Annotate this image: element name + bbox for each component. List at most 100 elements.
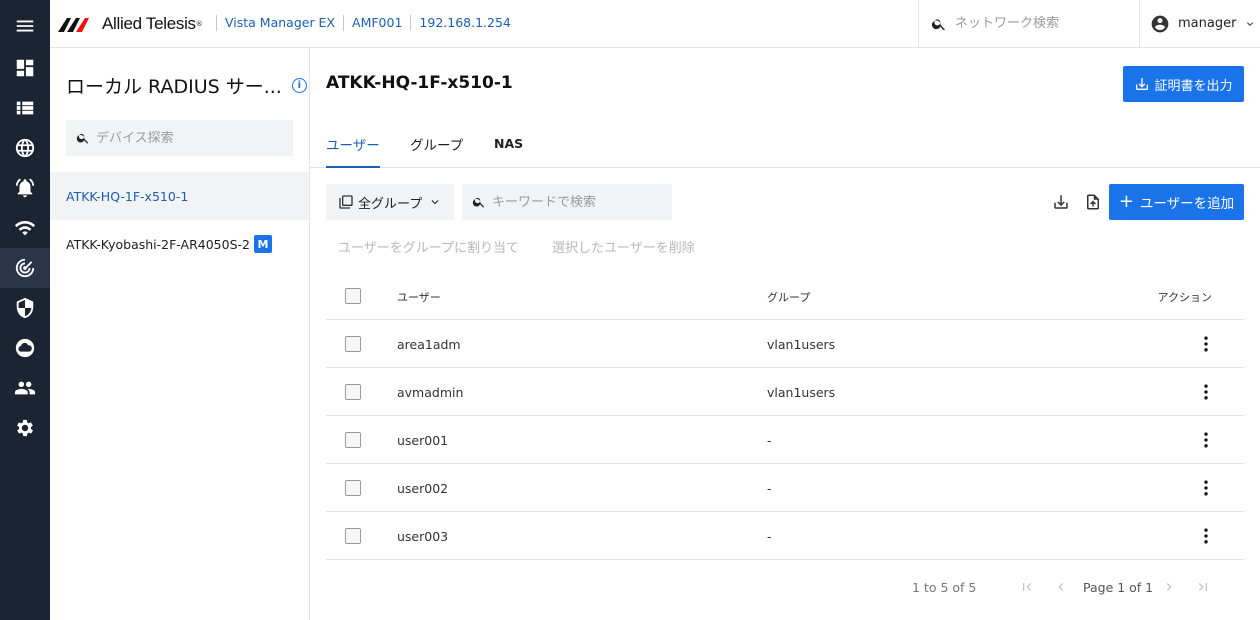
table-row: user001 - [326, 416, 1244, 464]
assign-group-link[interactable]: ユーザーをグループに割り当て [338, 237, 519, 256]
row-checkbox[interactable] [345, 432, 361, 448]
network-search-input[interactable] [955, 16, 1125, 31]
sidebar-title: ローカル RADIUS サー... i [66, 72, 307, 99]
row-checkbox[interactable] [345, 384, 361, 400]
chevron-down-icon [1247, 21, 1254, 26]
download-icon [1054, 195, 1068, 209]
column-header-action: アクション [1157, 291, 1212, 304]
select-all-checkbox[interactable] [345, 288, 361, 304]
user-cell: area1adm [397, 337, 461, 352]
plus-icon: + [1118, 191, 1134, 212]
delete-selected-link[interactable]: 選択したユーザーを削除 [552, 237, 695, 256]
last-page-button[interactable] [1192, 576, 1214, 598]
brand-logo[interactable]: Allied Telesis ® [58, 14, 203, 34]
pager-range: 1 to 5 of 5 [912, 580, 977, 595]
table-row: avmadmin vlan1users [326, 368, 1244, 416]
nav-settings[interactable] [0, 408, 50, 448]
member-badge: M [253, 235, 272, 253]
nav-cloud[interactable] [0, 328, 50, 368]
nav-rail [0, 0, 50, 620]
group-filter-dropdown[interactable]: 全グループ [326, 184, 454, 220]
menu-button[interactable] [0, 6, 50, 46]
row-checkbox[interactable] [345, 528, 361, 544]
tab-groups[interactable]: グループ [410, 134, 463, 168]
tab-users[interactable]: ユーザー [326, 134, 380, 168]
alarm-icon [15, 178, 35, 198]
nav-users[interactable] [0, 368, 50, 408]
user-cell: avmadmin [397, 385, 464, 400]
chevron-down-icon [431, 200, 439, 205]
device-item[interactable]: ATKK-Kyobashi-2F-AR4050S-2 M [50, 220, 309, 268]
layers-icon [339, 195, 353, 209]
more-vertical-icon [1204, 480, 1208, 496]
brand-name: Allied Telesis [102, 14, 196, 33]
group-cell: - [767, 481, 772, 496]
info-icon[interactable]: i [291, 78, 307, 93]
dashboard-icon [16, 59, 34, 77]
search-icon [931, 18, 945, 30]
prev-page-button[interactable] [1050, 576, 1072, 598]
radar-icon [15, 258, 35, 278]
nav-list[interactable] [0, 88, 50, 128]
nav-network[interactable] [0, 128, 50, 168]
breadcrumb-item[interactable]: Vista Manager EX [216, 15, 343, 31]
device-name: ATKK-HQ-1F-x510-1 [66, 188, 189, 204]
row-checkbox[interactable] [345, 336, 361, 352]
export-certificate-button[interactable]: 証明書を出力 [1123, 66, 1244, 102]
add-user-button[interactable]: + ユーザーを追加 [1109, 184, 1244, 220]
row-checkbox[interactable] [345, 480, 361, 496]
wifi-icon [14, 221, 36, 236]
account-circle-icon [1151, 15, 1169, 32]
next-page-button[interactable] [1158, 576, 1180, 598]
nav-dashboard[interactable] [0, 48, 50, 88]
chevron-right-icon [1166, 583, 1172, 591]
more-vertical-icon [1204, 336, 1208, 352]
menu-icon [16, 20, 34, 32]
cloud-icon [15, 338, 35, 358]
user-cell: user001 [397, 433, 449, 448]
more-vertical-icon [1204, 528, 1208, 544]
row-actions-button[interactable] [1194, 476, 1218, 500]
add-user-label: ユーザーを追加 [1139, 196, 1235, 212]
globe-icon [15, 138, 35, 158]
device-search-input[interactable] [96, 130, 286, 146]
nav-wireless[interactable] [0, 208, 50, 248]
import-users-button[interactable] [1081, 190, 1105, 214]
app-root: Allied Telesis ® Vista Manager EX AMF001 … [0, 0, 1260, 620]
nav-radius[interactable] [0, 248, 50, 288]
user-menu[interactable]: manager [1139, 0, 1260, 47]
user-cell: user002 [397, 481, 449, 496]
group-cell: vlan1users [767, 385, 836, 400]
tab-bar: ユーザー グループ NAS [310, 124, 1260, 168]
row-actions-button[interactable] [1194, 428, 1218, 452]
device-search [66, 120, 293, 156]
group-cell: - [767, 433, 772, 448]
column-header-group[interactable]: グループ [767, 289, 810, 305]
search-icon [76, 133, 89, 144]
keyword-search-input[interactable] [492, 194, 662, 210]
export-users-button[interactable] [1049, 190, 1073, 214]
download-icon [1136, 78, 1149, 90]
row-actions-button[interactable] [1194, 524, 1218, 548]
device-item[interactable]: ATKK-HQ-1F-x510-1 [50, 172, 309, 220]
first-page-button[interactable] [1016, 576, 1038, 598]
security-shield-icon [16, 297, 34, 319]
nav-alarms[interactable] [0, 168, 50, 208]
tab-nas[interactable]: NAS [494, 136, 523, 170]
sidebar-title-text: ローカル RADIUS サー... [66, 76, 282, 98]
row-actions-button[interactable] [1194, 332, 1218, 356]
more-vertical-icon [1204, 384, 1208, 400]
network-search [918, 0, 1140, 47]
pager-page: Page 1 of 1 [1083, 580, 1154, 595]
row-actions-button[interactable] [1194, 380, 1218, 404]
main-content: ATKK-HQ-1F-x510-1 証明書を出力 ユーザー グループ NAS 全… [310, 48, 1260, 620]
column-header-user[interactable]: ユーザー [397, 289, 441, 305]
nav-security[interactable] [0, 288, 50, 328]
breadcrumb-item[interactable]: AMF001 [343, 15, 410, 31]
file-upload-icon [1087, 194, 1099, 210]
chevron-left-icon [1058, 583, 1064, 591]
users-icon [14, 381, 36, 395]
table-row: user003 - [326, 512, 1244, 560]
breadcrumb-item[interactable]: 192.168.1.254 [410, 15, 518, 31]
keyword-search [462, 184, 672, 220]
